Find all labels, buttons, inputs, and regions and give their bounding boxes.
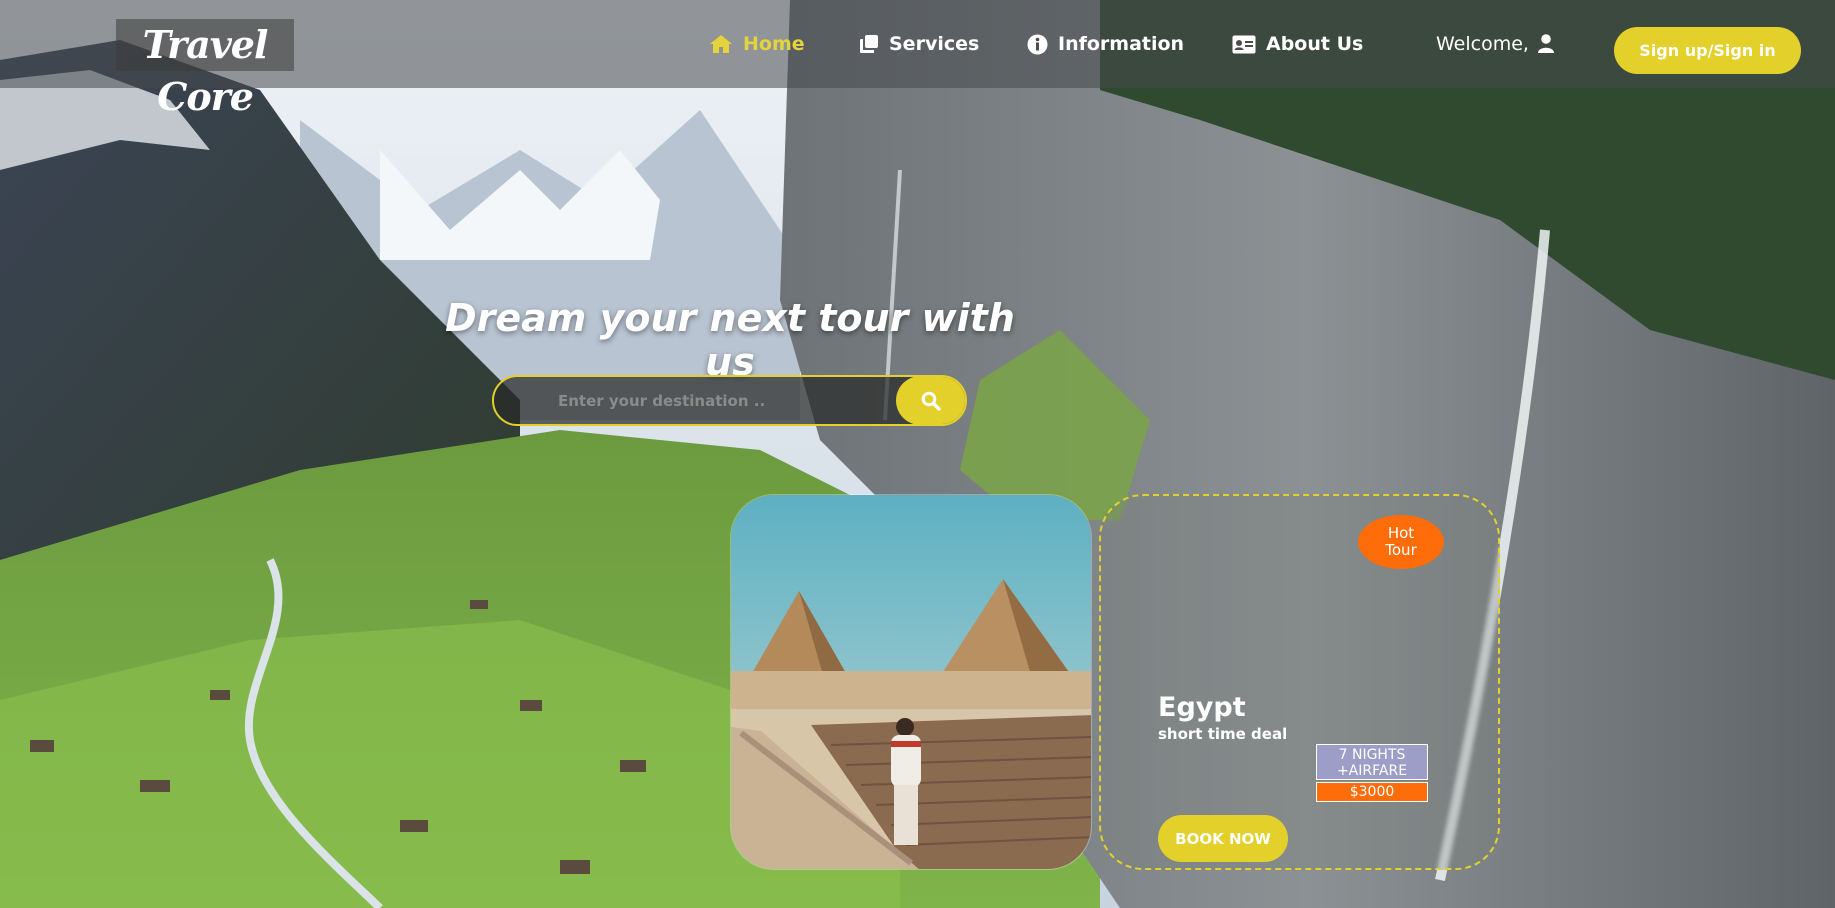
search-icon [921, 391, 941, 411]
sign-up-sign-in-button[interactable]: Sign up/Sign in [1614, 27, 1801, 74]
hot-tour-badge-line1: Hot [1387, 524, 1415, 542]
tour-package-label: 7 NIGHTS +AIRFARE [1316, 744, 1428, 780]
search-button[interactable] [896, 377, 965, 424]
tour-package-nights: 7 NIGHTS [1338, 747, 1406, 763]
nav-item-about-us-label: About Us [1266, 33, 1364, 55]
id-card-icon [1232, 35, 1256, 53]
nav-item-information-label: Information [1058, 33, 1185, 55]
tour-destination-name: Egypt [1158, 692, 1246, 723]
welcome-user[interactable]: Welcome, [1436, 28, 1555, 60]
tour-price: $3000 [1316, 782, 1428, 802]
brand-logo[interactable]: Travel Core [116, 19, 294, 119]
tour-package-airfare: +AIRFARE [1336, 763, 1408, 779]
welcome-text: Welcome, [1436, 33, 1529, 55]
nav-item-services[interactable]: Services [859, 28, 979, 60]
nav-item-home[interactable]: Home [709, 28, 805, 60]
destination-search-bar [492, 375, 967, 426]
user-icon [1537, 34, 1554, 53]
nav-item-home-label: Home [743, 33, 805, 55]
hero-title: Dream your next tour with us [445, 296, 1015, 384]
info-circle-icon [1027, 34, 1048, 54]
tour-deal-subtitle: short time deal [1158, 725, 1288, 743]
destination-search-input[interactable] [494, 377, 899, 424]
home-icon [710, 35, 732, 53]
nav-item-services-label: Services [889, 33, 980, 55]
hot-tour-badge: Hot Tour [1358, 515, 1444, 569]
book-now-button[interactable]: BOOK NOW [1158, 815, 1288, 862]
copy-icon [860, 35, 878, 53]
nav-item-information[interactable]: Information [1027, 28, 1184, 60]
nav-item-about-us[interactable]: About Us [1232, 28, 1363, 60]
hot-tour-badge-line2: Tour [1385, 541, 1417, 559]
tour-destination-photo[interactable] [730, 494, 1092, 870]
pyramids-image [731, 495, 1091, 869]
top-nav-bar: Travel Core Home Services Information Ab… [0, 0, 1835, 119]
